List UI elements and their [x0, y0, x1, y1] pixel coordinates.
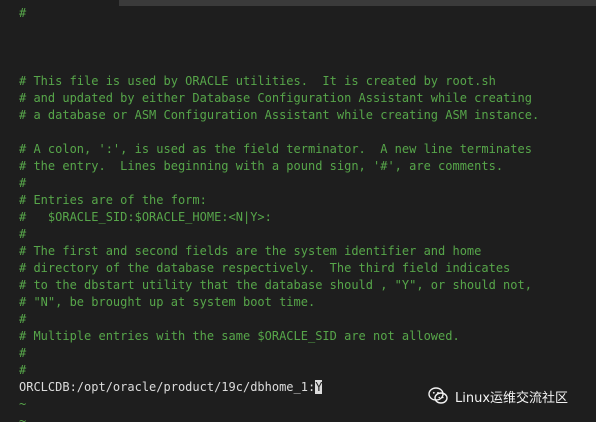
editor-line: # A colon, ':', is used as the field ter… — [19, 142, 532, 156]
oratab-entry-text: ORCLCDB:/opt/oracle/product/19c/dbhome_1… — [19, 380, 316, 394]
editor-line: # — [19, 363, 27, 377]
text-cursor[interactable]: Y — [315, 380, 323, 394]
editor-line: # — [19, 312, 27, 326]
editor-line: # — [19, 176, 27, 190]
editor-line: # — [19, 227, 27, 241]
editor-line: # — [19, 346, 27, 360]
empty-line-tilde: ~ — [19, 414, 27, 422]
editor-line: # a database or ASM Configuration Assist… — [19, 108, 540, 122]
editor-line: # This file is used by ORACLE utilities.… — [19, 74, 496, 88]
wechat-icon — [427, 385, 449, 407]
editor-line: # directory of the database respectively… — [19, 261, 511, 275]
terminal-window[interactable]: # # This file is used by ORACLE utilitie… — [0, 0, 596, 422]
watermark: Linux运维交流社区 — [427, 384, 568, 408]
editor-line: # Multiple entries with the same $ORACLE… — [19, 329, 460, 343]
editor-line: # — [19, 6, 27, 20]
watermark-text: Linux运维交流社区 — [455, 390, 569, 406]
editor-line: # $ORACLE_SID:$ORACLE_HOME:<N|Y>: — [19, 210, 272, 224]
editor-line: # "N", be brought up at system boot time… — [19, 295, 316, 309]
editor-line: # the entry. Lines beginning with a poun… — [19, 159, 504, 173]
editor-line: # Entries are of the form: — [19, 193, 207, 207]
editor-line: # The first and second fields are the sy… — [19, 244, 482, 258]
editor-line: # to the dbstart utility that the databa… — [19, 278, 532, 292]
vim-editor[interactable]: # # This file is used by ORACLE utilitie… — [19, 5, 596, 422]
editor-line: # and updated by either Database Configu… — [19, 91, 532, 105]
